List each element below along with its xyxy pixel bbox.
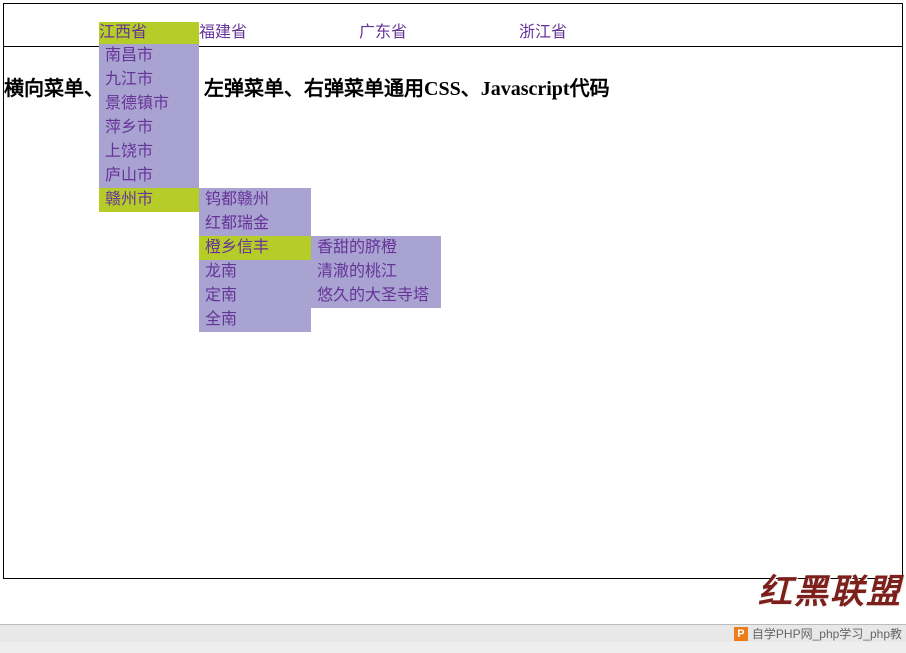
watermark-logo: 红黑联盟 bbox=[758, 564, 902, 613]
submenu-item[interactable]: 红都瑞金 bbox=[199, 212, 311, 236]
site-icon: P bbox=[734, 627, 748, 641]
menu-item-guangdong[interactable]: 广东省 bbox=[359, 22, 519, 44]
submenu-item[interactable]: 萍乡市 bbox=[99, 116, 199, 140]
submenu-item[interactable]: 庐山市 bbox=[99, 164, 199, 188]
submenu-item[interactable]: 龙南 bbox=[199, 260, 311, 284]
submenu-item[interactable]: 清澈的桃江 bbox=[311, 260, 441, 284]
submenu-item[interactable]: 悠久的大圣寺塔 bbox=[311, 284, 441, 308]
submenu-item[interactable]: 上饶市 bbox=[99, 140, 199, 164]
submenu-item[interactable]: 钨都赣州 bbox=[199, 188, 311, 212]
content-frame: 江西省 福建省 广东省 浙江省 横向菜单、纵向菜单、左弹菜单、右弹菜单通用CSS… bbox=[3, 3, 903, 579]
status-bar: P 自学PHP网_php学习_php教 bbox=[0, 624, 906, 642]
submenu-item[interactable]: 景德镇市 bbox=[99, 92, 199, 116]
submenu-level2: 钨都赣州 红都瑞金 橙乡信丰 龙南 定南 全南 bbox=[199, 188, 311, 332]
submenu-item[interactable]: 香甜的脐橙 bbox=[311, 236, 441, 260]
submenu-item[interactable]: 定南 bbox=[199, 284, 311, 308]
bottom-strip bbox=[0, 642, 906, 653]
page-title: 横向菜单、纵向菜单、左弹菜单、右弹菜单通用CSS、Javascript代码 bbox=[4, 72, 610, 101]
top-menubar: 江西省 福建省 广东省 浙江省 bbox=[99, 22, 679, 44]
submenu-level3: 香甜的脐橙 清澈的桃江 悠久的大圣寺塔 bbox=[311, 236, 441, 308]
submenu-item[interactable]: 九江市 bbox=[99, 68, 199, 92]
menu-item-fujian[interactable]: 福建省 bbox=[199, 22, 359, 44]
submenu-item[interactable]: 全南 bbox=[199, 308, 311, 332]
menu-item-jiangxi[interactable]: 江西省 bbox=[99, 22, 199, 44]
submenu-item[interactable]: 南昌市 bbox=[99, 44, 199, 68]
submenu-item-xinfeng[interactable]: 橙乡信丰 bbox=[199, 236, 311, 260]
menu-item-zhejiang[interactable]: 浙江省 bbox=[519, 22, 679, 44]
submenu-item-ganzhou[interactable]: 赣州市 bbox=[99, 188, 199, 212]
status-bar-text: 自学PHP网_php学习_php教 bbox=[752, 625, 902, 642]
submenu-level1: 南昌市 九江市 景德镇市 萍乡市 上饶市 庐山市 赣州市 bbox=[99, 44, 199, 212]
